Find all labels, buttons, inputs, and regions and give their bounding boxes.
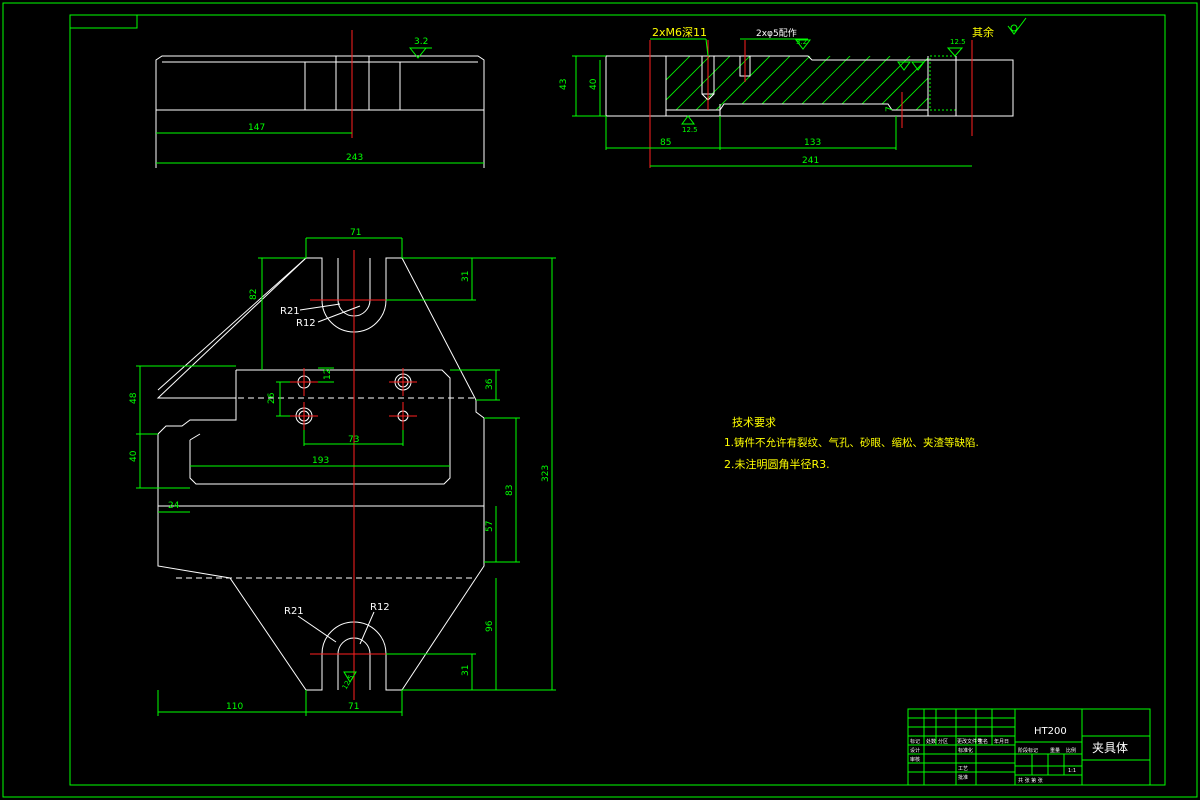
technical-notes: 技术要求 1.铸件不允许有裂纹、气孔、砂眼、缩松、夹渣等缺陷. 2.未注明圆角半…	[724, 416, 979, 471]
dim-r21-top: R21	[280, 306, 300, 317]
tb-label-1: 处数	[926, 738, 936, 745]
dim-71-top: 71	[350, 228, 361, 238]
roughness-side-bottom: 12.5	[682, 126, 698, 134]
cad-drawing-canvas: 147 243 3.2 43 40 85 133 241 7 2xM6深11 2…	[2, 2, 1198, 798]
notes-heading: 技术要求	[732, 416, 776, 429]
tb-label-9: 重量	[1050, 747, 1060, 754]
dim-43: 43	[559, 79, 569, 90]
plan-view: 71 82 31 R21 R12 12 36 48 26 73 40 193 3…	[129, 228, 556, 716]
tb-label-10: 比例	[1066, 747, 1076, 754]
dim-57: 57	[485, 521, 495, 532]
dim-26: 26	[267, 392, 277, 404]
dim-24: 24	[168, 501, 180, 511]
drawing-frame	[2, 2, 1198, 798]
dim-31-top: 31	[461, 271, 471, 282]
dim-48: 48	[129, 392, 139, 404]
dim-96: 96	[485, 620, 495, 632]
tb-label-14: 共 张 第 张	[1018, 777, 1043, 784]
dim-73: 73	[348, 435, 359, 445]
tb-label-11: 审核	[910, 756, 920, 763]
dim-323: 323	[541, 465, 551, 482]
tb-label-7: 标准化	[958, 747, 973, 754]
title-part-name: 夹具体	[1092, 741, 1128, 755]
pin-hole-callout: 2xφ5配作	[756, 27, 797, 39]
side-section-view: 43 40 85 133 241 7 2xM6深11 2xφ5配作 3.2 12…	[559, 17, 1027, 168]
tb-label-2: 分区	[938, 738, 948, 745]
tb-label-13: 批准	[958, 774, 968, 781]
tb-label-6: 设计	[910, 747, 920, 754]
dim-7: 7	[885, 106, 895, 112]
tb-label-4: 签名	[978, 738, 988, 745]
tb-label-15: 1:1	[1068, 768, 1076, 774]
dim-40: 40	[589, 78, 599, 90]
dim-85: 85	[660, 138, 671, 148]
roughness-side-right: 12.5	[950, 38, 966, 46]
title-material: HT200	[1034, 726, 1067, 737]
dim-243: 243	[346, 153, 363, 163]
dim-110: 110	[226, 702, 243, 712]
dim-241: 241	[802, 156, 819, 166]
dim-83: 83	[505, 485, 515, 496]
tb-label-8: 阶段标记	[1018, 747, 1038, 754]
notes-line-1: 1.铸件不允许有裂纹、气孔、砂眼、缩松、夹渣等缺陷.	[724, 436, 979, 449]
roughness-side-left: 3.2	[796, 38, 807, 46]
dim-12: 12	[323, 369, 333, 380]
roughness-rest-label: 其余	[972, 25, 994, 39]
dim-193: 193	[312, 456, 329, 466]
notes-line-2: 2.未注明圆角半径R3.	[724, 457, 830, 471]
tb-label-5: 年月日	[994, 738, 1009, 745]
tb-label-0: 标记	[910, 738, 920, 745]
dim-71-bottom: 71	[348, 702, 359, 712]
roughness-top-view: 3.2	[414, 37, 428, 47]
dim-31-bottom: 31	[461, 665, 471, 676]
dim-133: 133	[804, 138, 821, 148]
dim-40-plan: 40	[129, 450, 139, 462]
dim-r12-bottom: R12	[370, 602, 390, 613]
dim-36: 36	[485, 378, 495, 390]
title-block: HT200 夹具体 标记 处数 分区 更改文件号 签名 年月日 设计 标准化 阶…	[907, 708, 1151, 786]
thread-callout: 2xM6深11	[652, 26, 707, 39]
tb-label-12: 工艺	[958, 766, 968, 772]
dim-r21-bottom: R21	[284, 606, 304, 617]
dim-r12-top: R12	[296, 318, 316, 329]
dim-82: 82	[249, 289, 259, 300]
top-view: 147 243 3.2	[155, 30, 485, 168]
dim-147: 147	[248, 123, 265, 133]
